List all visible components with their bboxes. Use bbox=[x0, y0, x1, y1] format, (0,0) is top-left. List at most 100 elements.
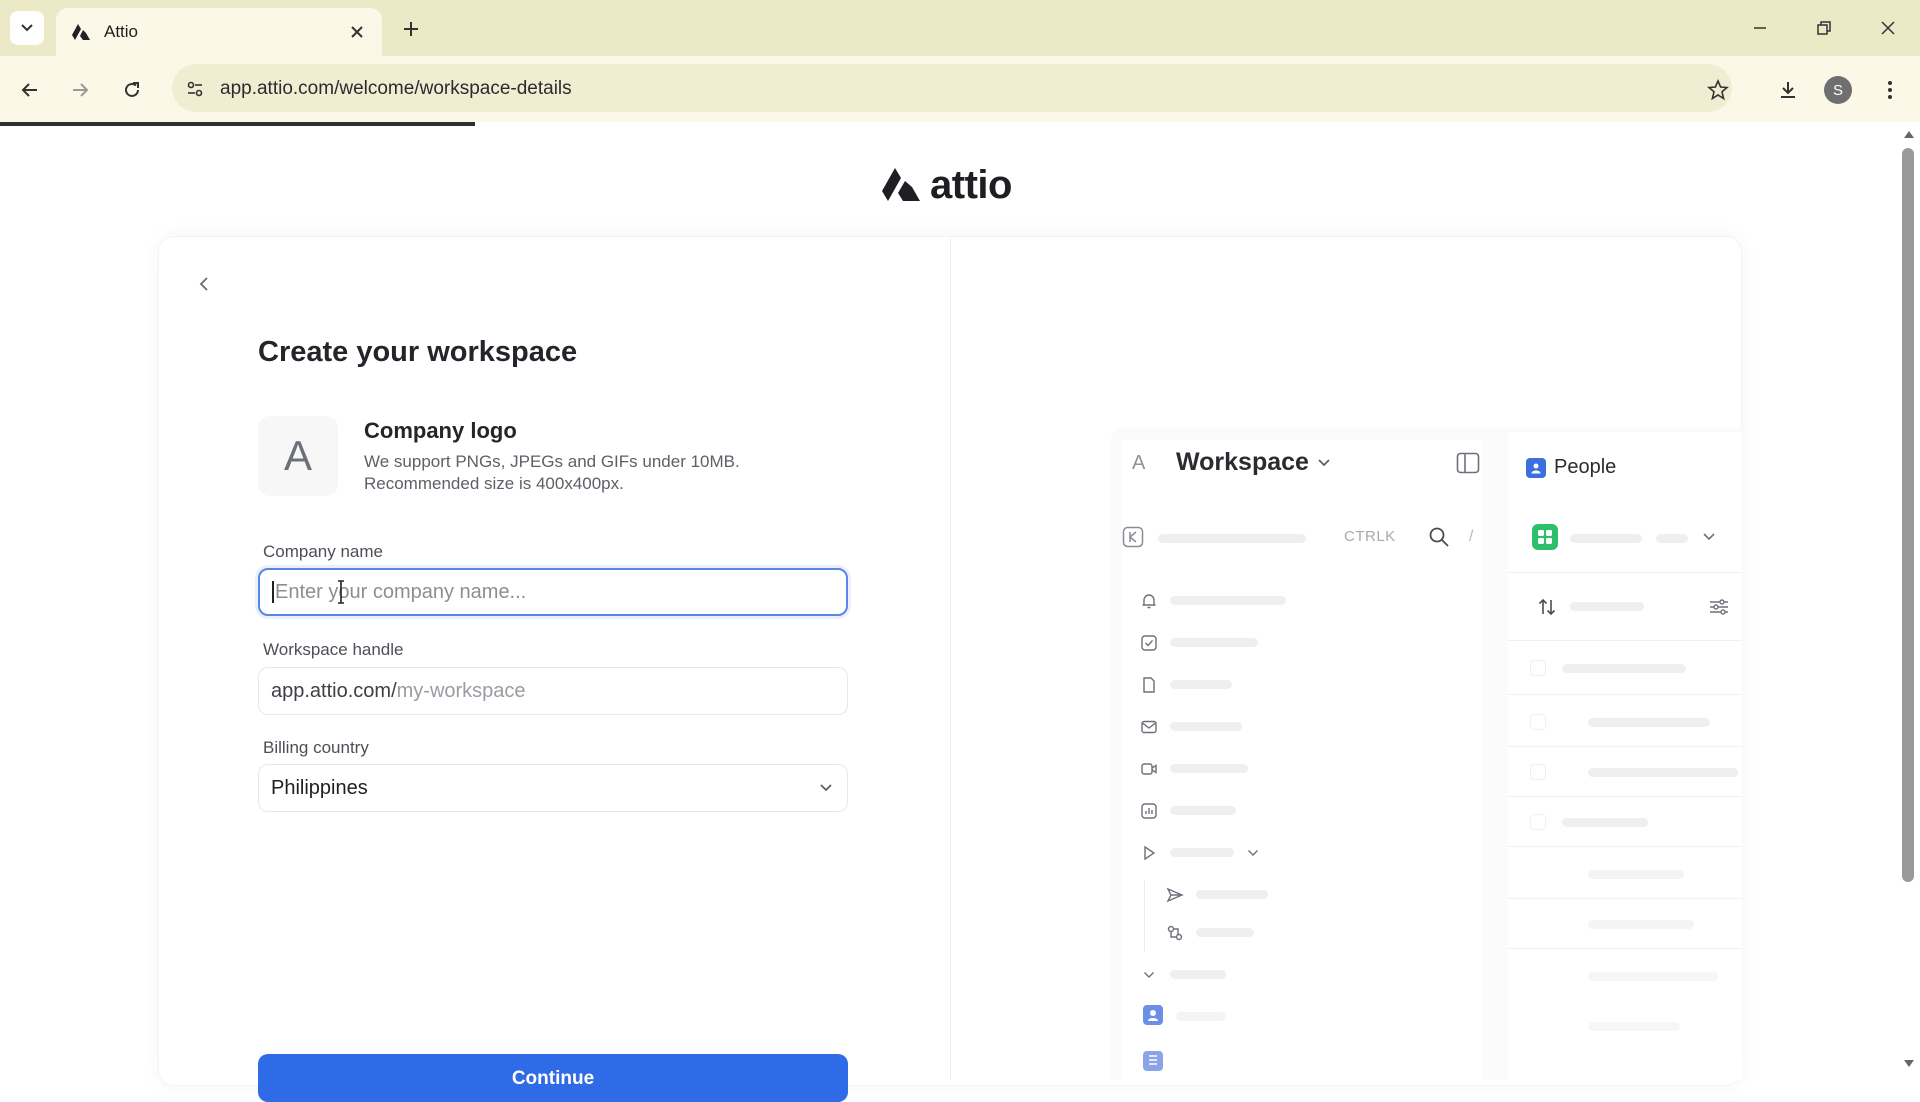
site-info-button[interactable] bbox=[178, 72, 212, 106]
preview-divider bbox=[1508, 846, 1742, 847]
reload-icon bbox=[125, 82, 139, 97]
plus-icon bbox=[404, 22, 418, 36]
preview-divider bbox=[1508, 796, 1742, 797]
preview-object-name: People bbox=[1554, 456, 1617, 478]
preview-placeholder-bar bbox=[1176, 1012, 1226, 1021]
filter-settings-icon bbox=[1708, 596, 1730, 618]
continue-button[interactable]: Continue bbox=[258, 1054, 848, 1102]
new-tab-button[interactable] bbox=[396, 14, 426, 44]
preview-placeholder-bar bbox=[1570, 534, 1642, 543]
preview-placeholder-bar bbox=[1588, 920, 1694, 929]
preview-divider bbox=[1508, 694, 1742, 695]
close-tab-icon[interactable] bbox=[346, 21, 368, 43]
workspace-handle-placeholder: my-workspace bbox=[396, 679, 526, 702]
chart-icon bbox=[1138, 800, 1160, 822]
browser-tab-attio[interactable]: Attio bbox=[56, 8, 382, 56]
back-nav-button[interactable] bbox=[12, 72, 48, 108]
billing-country-value: Philippines bbox=[271, 776, 368, 799]
preview-placeholder-bar bbox=[1158, 534, 1306, 543]
page-title: Create your workspace bbox=[258, 336, 578, 368]
scroll-down-icon[interactable] bbox=[1902, 1058, 1916, 1070]
company-logo-upload[interactable]: A bbox=[258, 416, 338, 496]
preview-placeholder-bar bbox=[1170, 680, 1232, 689]
chevron-down-icon bbox=[1698, 526, 1720, 548]
url-text[interactable]: app.attio.com/welcome/workspace-details bbox=[220, 78, 572, 100]
bookmark-button[interactable] bbox=[1700, 72, 1736, 108]
preview-divider bbox=[1508, 746, 1742, 747]
restore-window-button[interactable] bbox=[1804, 10, 1844, 46]
chevron-down-icon bbox=[1242, 842, 1264, 864]
download-icon bbox=[1781, 82, 1795, 98]
preview-placeholder-bar bbox=[1588, 1022, 1680, 1031]
workspace-handle-label: Workspace handle bbox=[263, 640, 404, 659]
scroll-up-icon[interactable] bbox=[1902, 128, 1916, 140]
browser-menu-button[interactable] bbox=[1872, 72, 1908, 108]
arrow-left-icon bbox=[21, 83, 37, 97]
close-icon bbox=[1881, 21, 1895, 35]
chevron-down-icon bbox=[1138, 964, 1160, 986]
arrow-right-icon bbox=[73, 83, 89, 97]
logo-wordmark: attio bbox=[930, 162, 1012, 207]
preview-slash-hint: / bbox=[1469, 528, 1474, 545]
preview-placeholder-bar bbox=[1170, 764, 1248, 773]
quick-actions-icon bbox=[1122, 526, 1144, 548]
text-caret bbox=[272, 581, 274, 603]
sort-icon bbox=[1536, 596, 1558, 618]
video-icon bbox=[1138, 758, 1160, 780]
preview-row-checkbox bbox=[1530, 764, 1546, 780]
company-logo-help-text: We support PNGs, JPEGs and GIFs under 10… bbox=[364, 452, 740, 471]
attio-favicon-icon bbox=[70, 21, 92, 43]
tab-search-button[interactable] bbox=[10, 11, 44, 45]
card-divider bbox=[950, 236, 951, 1080]
checkbox-icon bbox=[1138, 632, 1160, 654]
note-icon bbox=[1138, 674, 1160, 696]
reload-button[interactable] bbox=[114, 72, 150, 108]
preview-placeholder-bar bbox=[1170, 806, 1236, 815]
company-name-placeholder: Enter your company name... bbox=[275, 580, 527, 603]
attio-logo: attio bbox=[880, 162, 1012, 208]
search-icon bbox=[1429, 527, 1449, 547]
workspace-handle-prefix: app.attio.com/ bbox=[271, 679, 397, 702]
downloads-button[interactable] bbox=[1770, 72, 1806, 108]
preview-row-checkbox bbox=[1530, 814, 1546, 830]
star-icon bbox=[1707, 79, 1729, 101]
preview-placeholder-bar bbox=[1170, 638, 1258, 647]
chevron-down-icon bbox=[817, 779, 835, 797]
send-icon bbox=[1164, 884, 1186, 906]
preview-object-title: People bbox=[1526, 456, 1616, 479]
preview-workspace-switcher: Workspace bbox=[1176, 448, 1331, 477]
preview-placeholder-bar bbox=[1196, 890, 1268, 899]
sidebar-toggle-icon bbox=[1454, 450, 1482, 476]
company-name-input[interactable]: Enter your company name... bbox=[258, 568, 848, 616]
close-window-button[interactable] bbox=[1868, 10, 1908, 46]
preview-tree-line bbox=[1144, 880, 1145, 952]
back-button[interactable] bbox=[196, 272, 212, 296]
preview-placeholder-bar bbox=[1170, 596, 1286, 605]
tune-icon bbox=[187, 81, 203, 97]
grid-view-icon bbox=[1532, 524, 1558, 550]
scrollbar-thumb[interactable] bbox=[1902, 148, 1914, 882]
preview-workspace-avatar: A bbox=[1132, 452, 1146, 474]
company-logo-size-hint: Recommended size is 400x400px. bbox=[364, 474, 624, 493]
billing-country-select[interactable]: Philippines bbox=[258, 764, 848, 812]
billing-country-label: Billing country bbox=[263, 738, 369, 757]
preview-divider bbox=[1508, 898, 1742, 899]
profile-button[interactable]: S bbox=[1820, 72, 1856, 108]
preview-placeholder-bar bbox=[1196, 928, 1254, 937]
preview-placeholder-bar bbox=[1570, 602, 1644, 611]
preview-divider bbox=[1508, 948, 1742, 949]
preview-placeholder-bar bbox=[1562, 818, 1648, 827]
ibeam-cursor-icon bbox=[338, 580, 344, 604]
preview-placeholder-bar bbox=[1170, 722, 1242, 731]
forward-nav-button[interactable] bbox=[62, 72, 98, 108]
avatar: S bbox=[1824, 76, 1852, 104]
preview-placeholder-bar bbox=[1562, 664, 1686, 673]
preview-placeholder-bar bbox=[1656, 534, 1688, 543]
preview-placeholder-bar bbox=[1588, 972, 1718, 981]
person-icon bbox=[1142, 1004, 1164, 1026]
preview-shortcut-hint: CTRLK bbox=[1344, 528, 1396, 545]
minimize-window-button[interactable] bbox=[1740, 10, 1780, 46]
workspace-handle-input[interactable]: app.attio.com/my-workspace bbox=[258, 667, 848, 715]
mail-icon bbox=[1138, 716, 1160, 738]
preview-placeholder-bar bbox=[1170, 970, 1226, 979]
